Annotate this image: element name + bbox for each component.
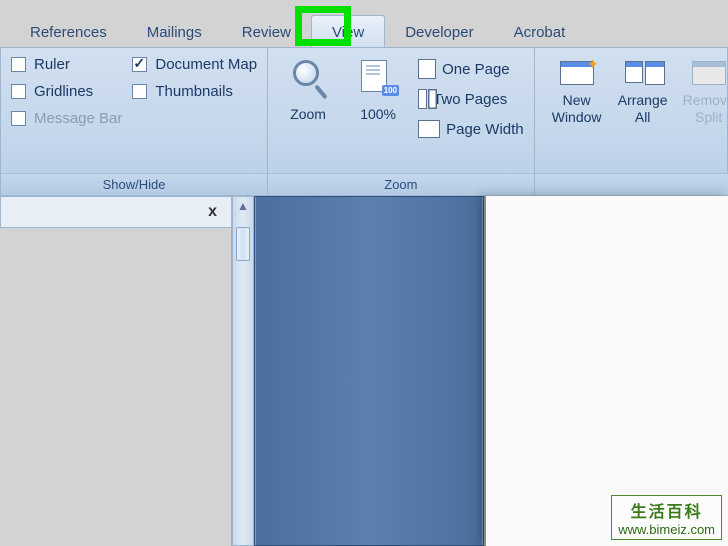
close-icon[interactable]: x	[208, 203, 217, 221]
arrange-all-button[interactable]: Arrange All	[611, 54, 675, 173]
checkbox-icon	[132, 84, 147, 99]
one-page-label: One Page	[442, 61, 510, 78]
new-window-label: New Window	[552, 92, 602, 126]
tab-view[interactable]: View	[311, 15, 385, 47]
zoom-button[interactable]: Zoom	[278, 54, 338, 173]
document-page[interactable]	[484, 196, 728, 546]
tab-acrobat[interactable]: Acrobat	[494, 16, 586, 47]
checkbox-thumbnails[interactable]: Thumbnails	[132, 83, 257, 100]
zoom-label: Zoom	[290, 106, 326, 122]
hundred-percent-button[interactable]: 100 100%	[348, 54, 408, 173]
ribbon: Ruler Gridlines Message Bar Document Map	[0, 48, 728, 196]
arrange-all-icon	[623, 58, 663, 88]
remove-split-label: Remove Split	[683, 92, 728, 126]
checkbox-icon	[11, 84, 26, 99]
group-title-window	[535, 173, 728, 195]
group-window: New Window Arrange All Remove Split	[535, 48, 728, 195]
checkbox-message-bar: Message Bar	[11, 110, 122, 127]
arrange-all-label: Arrange All	[618, 92, 668, 126]
hundred-icon: 100	[357, 58, 399, 100]
checkbox-icon	[11, 57, 26, 72]
tab-developer[interactable]: Developer	[385, 16, 493, 47]
two-pages-icon	[418, 89, 427, 109]
page-margin-area	[254, 196, 484, 546]
document-map-body	[0, 228, 232, 546]
group-show-hide: Ruler Gridlines Message Bar Document Map	[1, 48, 268, 195]
one-page-button[interactable]: One Page	[418, 54, 524, 84]
checkbox-label: Thumbnails	[155, 83, 233, 100]
checkbox-label: Document Map	[155, 56, 257, 73]
watermark-url: www.bimeiz.com	[618, 522, 715, 537]
checkbox-gridlines[interactable]: Gridlines	[11, 83, 122, 100]
checkbox-icon	[132, 57, 147, 72]
new-window-icon	[557, 58, 597, 88]
checkbox-document-map[interactable]: Document Map	[132, 56, 257, 73]
watermark-title: 生活百科	[618, 498, 715, 522]
page-width-label: Page Width	[446, 121, 524, 138]
remove-split-icon	[689, 58, 728, 88]
checkbox-ruler[interactable]: Ruler	[11, 56, 122, 73]
checkbox-label: Ruler	[34, 56, 70, 73]
vertical-scrollbar[interactable]: ▲	[232, 196, 254, 546]
tab-strip: References Mailings Review View Develope…	[0, 0, 728, 48]
two-pages-button[interactable]: Two Pages	[418, 84, 524, 114]
group-title-zoom: Zoom	[268, 173, 534, 195]
document-map-pane: x	[0, 196, 232, 228]
checkbox-label: Message Bar	[34, 110, 122, 127]
remove-split-button: Remove Split	[677, 54, 728, 173]
tab-review[interactable]: Review	[222, 16, 311, 47]
group-title-show-hide: Show/Hide	[1, 173, 267, 195]
group-zoom: Zoom 100 100% One Page Two Pages Page Wi…	[268, 48, 535, 195]
tab-mailings[interactable]: Mailings	[127, 16, 222, 47]
checkbox-label: Gridlines	[34, 83, 93, 100]
hundred-label: 100%	[360, 106, 396, 122]
tab-references[interactable]: References	[10, 16, 127, 47]
new-window-button[interactable]: New Window	[545, 54, 609, 173]
two-pages-label: Two Pages	[433, 91, 507, 108]
workspace: x ▲	[0, 196, 728, 546]
scroll-up-icon[interactable]: ▲	[237, 199, 249, 213]
watermark: 生活百科 www.bimeiz.com	[611, 495, 722, 540]
scroll-thumb[interactable]	[236, 227, 250, 261]
page-width-button[interactable]: Page Width	[418, 114, 524, 144]
magnifier-icon	[287, 58, 329, 100]
one-page-icon	[418, 59, 436, 79]
page-width-icon	[418, 120, 440, 138]
checkbox-icon	[11, 111, 26, 126]
